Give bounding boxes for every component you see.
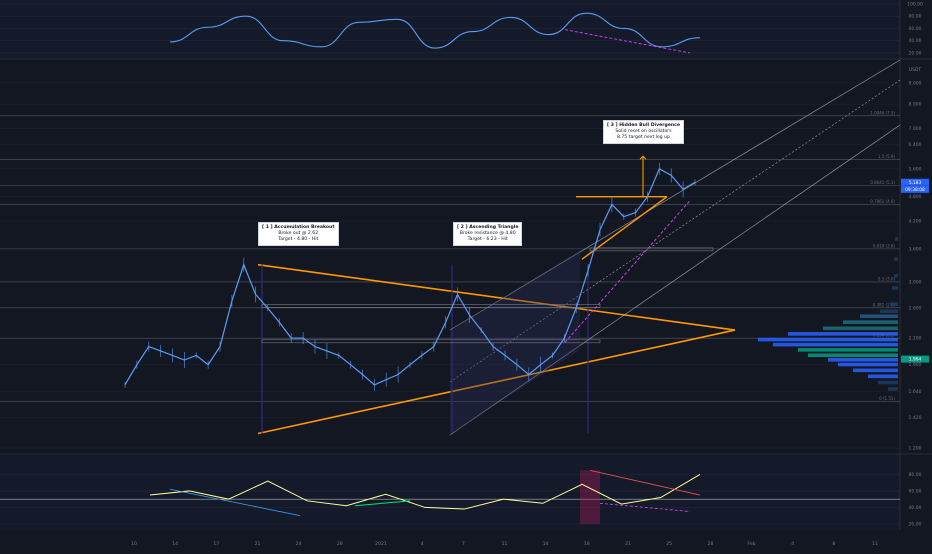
price-y-tick-label: 5.600: [909, 166, 922, 172]
time-x-tick-label: 21: [625, 541, 631, 547]
volume-profile-bar: [894, 257, 898, 261]
price-y-tick-label: 1.640: [909, 389, 922, 395]
volume-profile-bar: [828, 358, 898, 362]
volume-profile-bar: [773, 342, 898, 347]
fib-level-label: 0.7861 (4.6): [870, 199, 895, 204]
top-y-tick-label: 80.00: [909, 14, 922, 20]
chart-stage: 100.00 80.00 60.00 40.00 20.00 1.0046 (7.5) 1…: [0, 0, 932, 550]
time-x-tick-label: 28: [707, 541, 713, 547]
bottom-oscillator-panel: [0, 455, 900, 530]
price-y-tick-label: 6.400: [909, 142, 922, 148]
time-x-tick-label: 28: [337, 541, 343, 547]
price-y-tick-label: 4.200: [909, 218, 922, 224]
quote-currency-label: USDT: [909, 67, 922, 73]
time-x-tick-label: 4: [421, 541, 424, 547]
time-x-tick-label: 25: [666, 541, 672, 547]
volume-profile-bar: [890, 302, 898, 307]
annotation-ascending-triangle[interactable]: [ 2 ] Ascending Triangle Broke resistanc…: [453, 222, 523, 246]
price-y-tick-label: 2.600: [909, 305, 922, 311]
bottom-y-tick-label: 80.00: [909, 472, 922, 478]
price-y-tick-label: 3.600: [909, 246, 922, 252]
volume-profile-bar: [894, 273, 898, 278]
time-x-tick-label: 18: [584, 541, 590, 547]
price-y-tick-label: 9.000: [909, 80, 922, 86]
volume-profile-bar: [880, 309, 898, 313]
volume-profile-bar: [808, 353, 898, 358]
volume-profile-bar: [798, 348, 898, 352]
time-x-tick-label: 14: [172, 541, 178, 547]
time-x-tick-label: 4: [791, 541, 794, 547]
time-x-tick-label: 24: [296, 541, 302, 547]
volume-profile-bar: [843, 320, 898, 324]
bottom-y-tick-label: 40.00: [909, 505, 922, 511]
annotation-accumulation-breakout[interactable]: [ 1 ] Accumulation Breakout Broke out @ …: [258, 222, 339, 246]
time-x-tick-label: 14: [543, 541, 549, 547]
bottom-y-tick-label: 60.00: [909, 488, 922, 494]
chart-canvas[interactable]: 100.00 80.00 60.00 40.00 20.00 1.0046 (7.5) 1…: [0, 0, 932, 550]
price-flag-label: 09:38:08: [905, 187, 925, 193]
time-x-tick-label: 11: [502, 541, 508, 547]
bottom-highlight-zone: [580, 470, 600, 524]
time-x-tick-label: 2021: [375, 541, 387, 547]
price-axis[interactable]: 9.000 8.000 7.000 6.400 5.600 4.800 4.200 3.600…: [901, 67, 929, 452]
price-y-tick-label: 4.800: [909, 194, 922, 200]
top-y-tick-label: 20.00: [909, 50, 922, 56]
time-x-tick-label: Feb: [747, 541, 755, 547]
annotation-line: Target - 4.80 - Hit: [278, 237, 319, 242]
fib-level-label: 0.8641 (5.1): [870, 180, 895, 185]
fib-level-label: 1.5 (5.9): [878, 154, 896, 159]
top-oscillator-panel: [0, 0, 900, 58]
price-y-tick-label: 1.900: [909, 362, 922, 368]
fib-level-label: 0.5 (3.0): [878, 276, 896, 281]
annotation-line: 8.75 target next leg up: [616, 135, 671, 140]
annotation-hidden-bull-divergence[interactable]: [ 3 ] Hidden Bull Divergence Solid reset…: [603, 120, 684, 144]
price-flag-label: 1.964: [909, 357, 922, 363]
volume-profile-bar: [788, 332, 898, 336]
price-y-tick-label: 7.000: [909, 126, 922, 132]
time-axis[interactable]: 10 14 17 21 24 28 2021 4 7 11 14 18 21 25 28 Feb 4 8 11: [131, 541, 878, 547]
top-y-tick-label: 100.00: [907, 2, 923, 8]
volume-profile-bar: [892, 286, 898, 290]
volume-profile-bar: [878, 380, 898, 385]
fib-level-label: 1.0046 (7.5): [870, 110, 895, 115]
time-x-tick-label: 7: [462, 541, 465, 547]
bottom-y-tick-label: 20.00: [909, 521, 922, 527]
price-y-tick-label: 1.200: [909, 446, 922, 452]
time-x-tick-label: 11: [872, 541, 878, 547]
time-x-tick-label: 21: [255, 541, 261, 547]
price-flag-label: 5.183: [909, 180, 922, 186]
time-x-tick-label: 17: [213, 541, 219, 547]
fib-level-label: 0 (1.55): [879, 396, 895, 401]
annotation-line: Target - 6.23 - Hit: [467, 237, 508, 242]
price-y-tick-label: 8.000: [909, 102, 922, 108]
price-y-tick-label: 3.000: [909, 279, 922, 285]
volume-profile-bar: [838, 362, 898, 367]
volume-profile-bar: [758, 337, 898, 342]
top-y-tick-label: 60.00: [909, 26, 922, 32]
price-y-tick-label: 1.420: [909, 415, 922, 421]
volume-profile-bar: [895, 237, 898, 241]
volume-profile-bar: [888, 387, 898, 391]
volume-profile-bar: [823, 326, 898, 331]
time-x-tick-label: 8: [832, 541, 835, 547]
volume-profile-bar: [853, 368, 898, 373]
volume-profile-bar: [860, 314, 898, 319]
top-y-tick-label: 40.00: [909, 38, 922, 44]
fib-level-label: 0.618 (3.6): [873, 243, 896, 248]
time-x-tick-label: 10: [131, 541, 137, 547]
price-y-tick-label: 2.200: [909, 336, 922, 342]
volume-profile-bar: [868, 374, 898, 379]
